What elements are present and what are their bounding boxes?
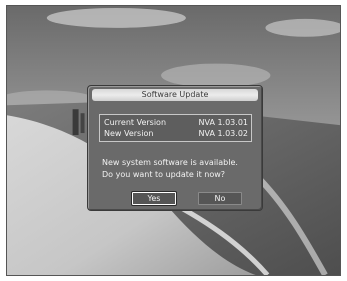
software-update-dialog: Software Update Current Version NVA 1.03… [87,85,263,211]
current-version-value: NVA 1.03.01 [198,118,249,127]
tv-screen: Software Update Current Version NVA 1.03… [6,5,341,276]
current-version-row: Current Version NVA 1.03.01 [104,117,248,128]
update-message-line2: Do you want to update it now? [102,170,225,179]
new-version-row: New Version NVA 1.03.02 [104,128,248,139]
version-info-box: Current Version NVA 1.03.01 New Version … [99,114,252,142]
update-message-line1: New system software is available. [102,158,238,167]
yes-button[interactable]: Yes [132,192,176,205]
new-version-label: New Version [104,129,154,138]
new-version-value: NVA 1.03.02 [198,129,249,138]
dialog-title: Software Update [92,89,258,101]
no-button[interactable]: No [198,192,242,205]
current-version-label: Current Version [104,118,167,127]
